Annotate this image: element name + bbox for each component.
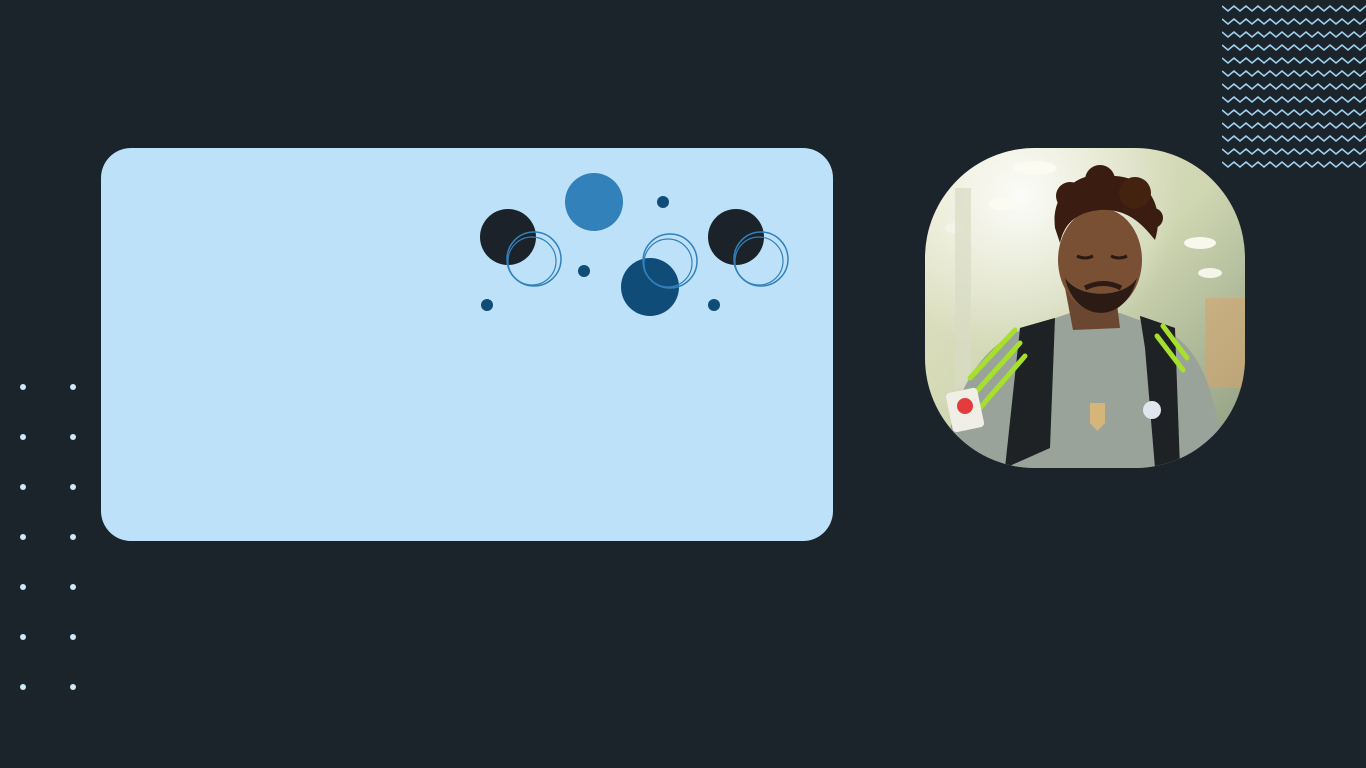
grid-dot <box>70 584 76 590</box>
zigzag-line <box>1222 69 1366 78</box>
grid-dot <box>70 634 76 640</box>
zigzag-line <box>1222 56 1366 65</box>
small-dot <box>708 299 720 311</box>
person-photo-icon <box>925 148 1245 468</box>
grid-dot <box>20 684 26 690</box>
dot-grid-icon <box>20 384 76 690</box>
zigzag-line <box>1222 82 1366 91</box>
grid-dot <box>20 584 26 590</box>
zigzag-line <box>1222 121 1366 130</box>
profile-photo <box>925 148 1245 468</box>
grid-dot <box>20 384 26 390</box>
grid-dot <box>70 384 76 390</box>
bubbles-cluster-icon <box>480 173 789 316</box>
zigzag-line <box>1222 43 1366 52</box>
grid-dot <box>20 484 26 490</box>
grid-dot <box>70 684 76 690</box>
zigzag-line <box>1222 30 1366 39</box>
zigzag-line <box>1222 95 1366 104</box>
grid-dot <box>70 534 76 540</box>
small-dot <box>578 265 590 277</box>
zigzag-line <box>1222 147 1366 156</box>
zigzag-line <box>1222 17 1366 26</box>
grid-dot <box>20 434 26 440</box>
grid-dot <box>20 534 26 540</box>
zigzag-line <box>1222 4 1366 13</box>
grid-dot <box>70 434 76 440</box>
zigzag-line <box>1222 160 1366 169</box>
zigzag-line <box>1222 134 1366 143</box>
grid-dot <box>70 484 76 490</box>
small-dot <box>657 196 669 208</box>
zigzag-line <box>1222 108 1366 117</box>
grid-dot <box>20 634 26 640</box>
mid-blue-bubble <box>565 173 623 231</box>
small-dot <box>481 299 493 311</box>
zigzag-lines-icon <box>1222 4 1366 169</box>
